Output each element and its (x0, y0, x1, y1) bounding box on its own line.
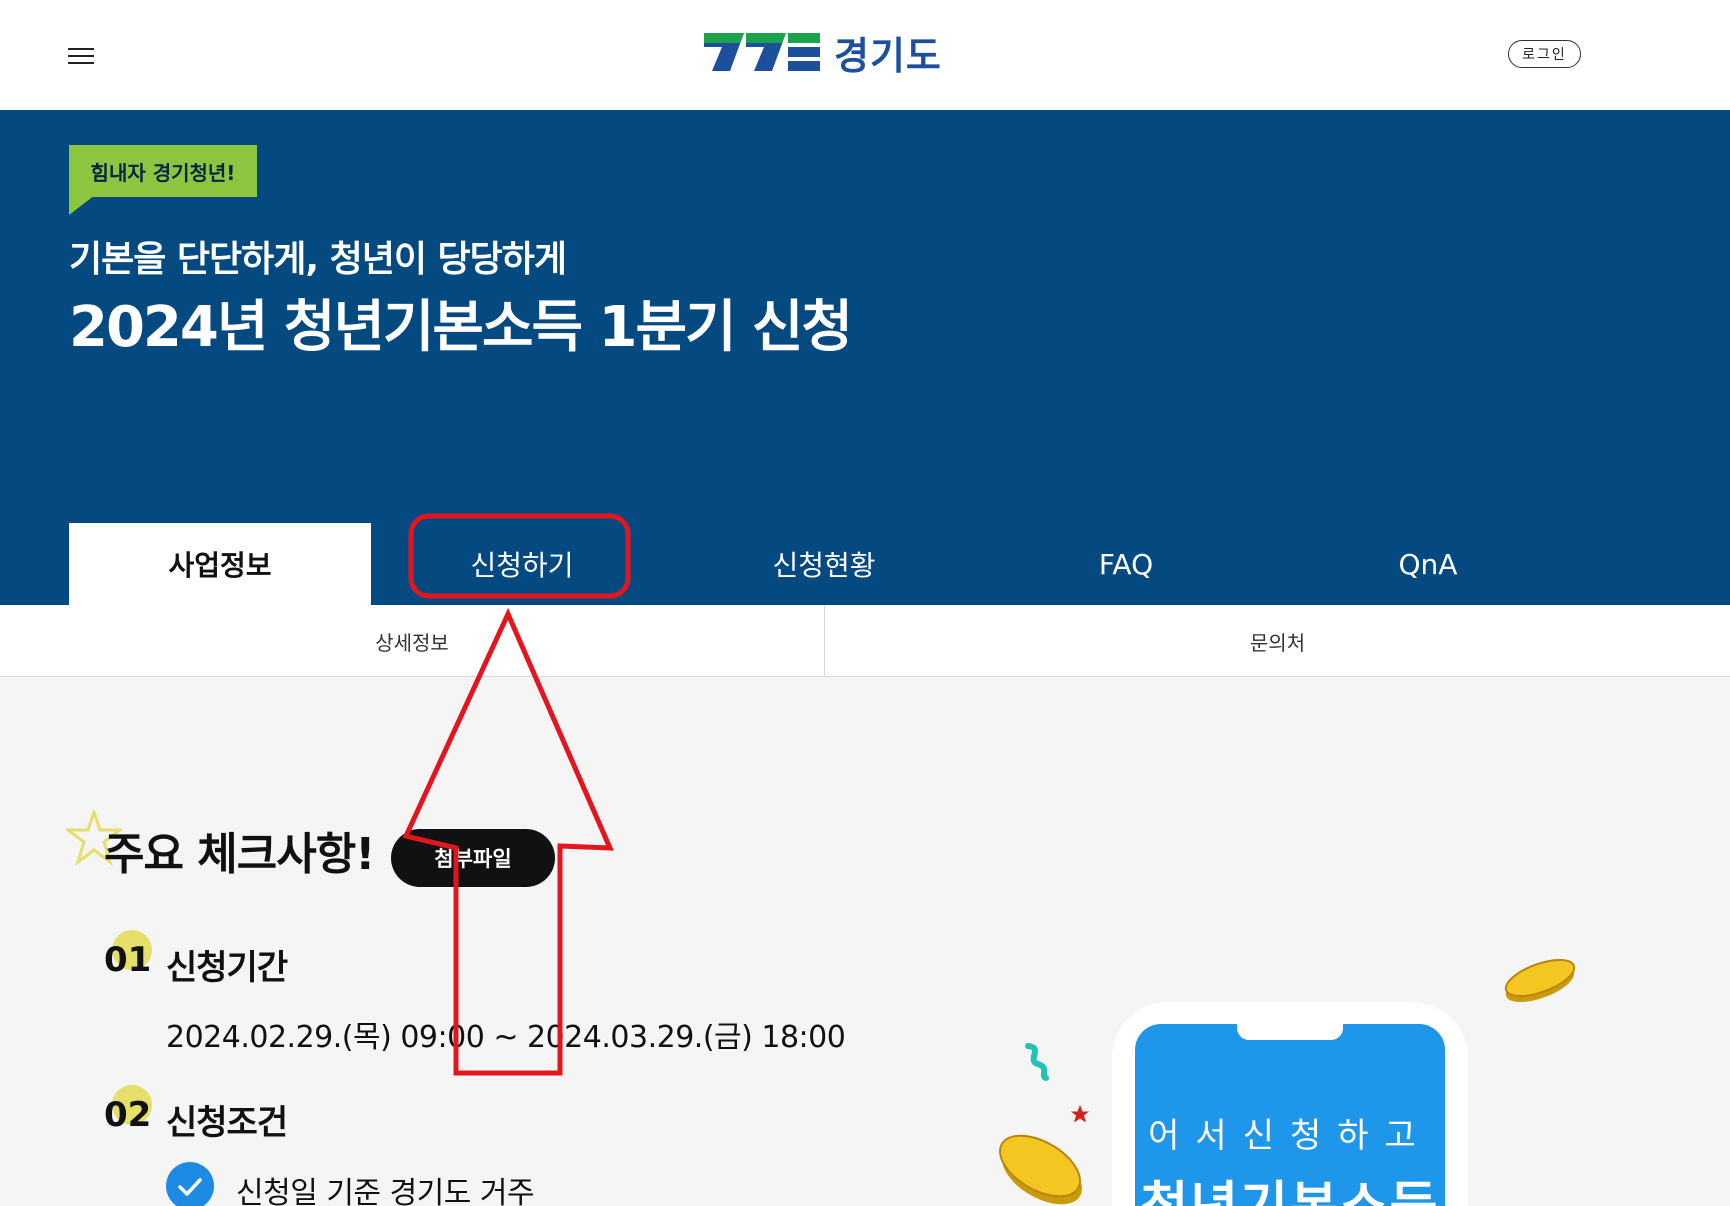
item-number: 02 (104, 1095, 152, 1135)
item-title-conditions: 신청조건 (166, 1103, 288, 1143)
phone-text-line1: 어서신청하고 (1148, 1116, 1432, 1156)
tab-apply[interactable]: 신청하기 (371, 523, 673, 605)
gyeonggi-logo-mark-icon (704, 33, 820, 71)
gyeonggi-logo[interactable]: 경기도 (702, 28, 942, 78)
tab-faq[interactable]: FAQ (975, 523, 1277, 605)
phone-notch (1237, 1024, 1343, 1040)
logo-text: 경기도 (834, 33, 942, 78)
subtab-details[interactable]: 상세정보 (0, 605, 824, 677)
check-circle-icon (166, 1162, 214, 1206)
tab-qna[interactable]: QnA (1277, 523, 1579, 605)
section-title: 주요 체크사항! (104, 829, 375, 880)
red-star-icon (1071, 1105, 1089, 1123)
subtab-contact[interactable]: 문의처 (825, 605, 1730, 677)
hero-subtitle: 기본을 단단하게, 청년이 당당하게 (69, 239, 567, 280)
squiggle-decoration-icon (1025, 1043, 1049, 1081)
site-header: 경기도 로그인 (0, 0, 1730, 110)
phone-illustration: 어서신청하고 청년기본소득 (1112, 1002, 1468, 1206)
hero-badge: 힘내자 경기청년! (69, 145, 257, 197)
application-period-text: 2024.02.29.(목) 09:00 ~ 2024.03.29.(금) 18… (166, 1020, 846, 1055)
login-button[interactable]: 로그인 (1508, 40, 1581, 68)
condition-residence-text: 신청일 기준 경기도 거주 (236, 1176, 535, 1206)
coin-icon (1504, 958, 1576, 1003)
hero-badge-tail (69, 195, 95, 215)
phone-text-line2: 청년기본소득 (1135, 1164, 1445, 1206)
sub-tabs: 상세정보 문의처 (0, 605, 1730, 677)
tab-business-info[interactable]: 사업정보 (69, 523, 371, 605)
menu-icon[interactable] (68, 48, 94, 66)
tab-application-status[interactable]: 신청현황 (673, 523, 975, 605)
attachment-button[interactable]: 첨부파일 (391, 829, 555, 887)
coin-icon (999, 1134, 1082, 1205)
item-number: 01 (104, 940, 152, 980)
item-title-period: 신청기간 (166, 948, 288, 988)
phone-screen: 어서신청하고 청년기본소득 (1135, 1024, 1445, 1206)
hero-title: 2024년 청년기본소득 1분기 신청 (69, 295, 853, 360)
